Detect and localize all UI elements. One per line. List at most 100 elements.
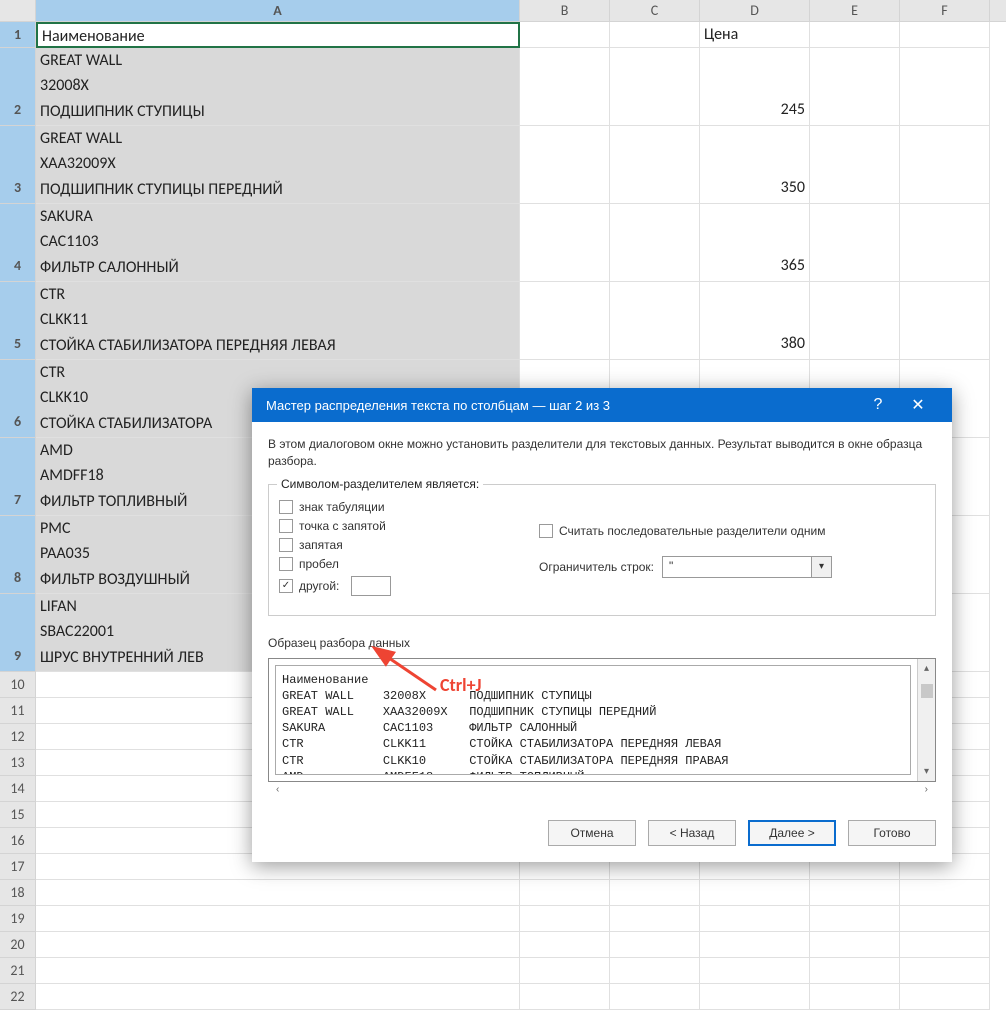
cell[interactable] (36, 880, 520, 906)
cell[interactable] (610, 932, 700, 958)
row-header[interactable]: 19 (0, 906, 36, 932)
other-delimiter-input[interactable] (351, 576, 391, 596)
row-header[interactable]: 22 (0, 984, 36, 1010)
cell[interactable] (36, 984, 520, 1010)
col-header-d[interactable]: D (700, 0, 810, 21)
cell-d1[interactable]: Цена (700, 22, 810, 48)
row-header[interactable]: 20 (0, 932, 36, 958)
row-header[interactable]: 9 (0, 594, 36, 672)
row-header[interactable]: 10 (0, 672, 36, 698)
row-header[interactable]: 12 (0, 724, 36, 750)
row-header[interactable]: 21 (0, 958, 36, 984)
back-button[interactable]: < Назад (648, 820, 736, 846)
row-header[interactable]: 17 (0, 854, 36, 880)
cell[interactable] (610, 48, 700, 126)
row-header[interactable]: 6 (0, 360, 36, 438)
row-header[interactable]: 2 (0, 48, 36, 126)
cell[interactable] (810, 126, 900, 204)
cell[interactable] (610, 204, 700, 282)
cell[interactable] (520, 282, 610, 360)
help-icon[interactable]: ? (858, 396, 898, 414)
cell[interactable] (810, 984, 900, 1010)
finish-button[interactable]: Готово (848, 820, 936, 846)
cell[interactable] (610, 880, 700, 906)
row-header[interactable]: 1 (0, 22, 36, 48)
cell[interactable] (900, 22, 990, 48)
text-qualifier-value[interactable]: " (662, 556, 812, 578)
cell[interactable] (700, 906, 810, 932)
cell[interactable] (810, 22, 900, 48)
cell[interactable] (700, 984, 810, 1010)
cell[interactable] (810, 282, 900, 360)
cell[interactable] (520, 126, 610, 204)
cell[interactable] (36, 906, 520, 932)
cell[interactable] (520, 48, 610, 126)
text-qualifier-dropdown-icon[interactable]: ▾ (812, 556, 832, 578)
cell[interactable] (900, 906, 990, 932)
cell[interactable] (520, 932, 610, 958)
cell[interactable] (610, 126, 700, 204)
cell-a[interactable]: SAKURACAC1103ФИЛЬТР САЛОННЫЙ (36, 204, 520, 282)
cell[interactable] (520, 22, 610, 48)
cell[interactable] (520, 906, 610, 932)
row-header[interactable]: 3 (0, 126, 36, 204)
cell-d[interactable]: 245 (700, 48, 810, 126)
cell[interactable] (700, 958, 810, 984)
col-header-a[interactable]: A (36, 0, 520, 21)
cell[interactable] (900, 984, 990, 1010)
cell[interactable] (610, 958, 700, 984)
cell-d[interactable]: 350 (700, 126, 810, 204)
checkbox-space[interactable] (279, 557, 293, 571)
cell[interactable] (900, 126, 990, 204)
cell[interactable] (36, 932, 520, 958)
preview-hscrollbar[interactable]: ‹› (268, 782, 936, 800)
cell[interactable] (520, 984, 610, 1010)
cell-a[interactable]: GREAT WALL32008XПОДШИПНИК СТУПИЦЫ (36, 48, 520, 126)
checkbox-tab[interactable] (279, 500, 293, 514)
row-header[interactable]: 5 (0, 282, 36, 360)
cell-d[interactable]: 365 (700, 204, 810, 282)
cell[interactable] (810, 880, 900, 906)
cell[interactable] (610, 282, 700, 360)
checkbox-consecutive[interactable] (539, 524, 553, 538)
col-header-f[interactable]: F (900, 0, 990, 21)
cell[interactable] (900, 932, 990, 958)
row-header[interactable]: 11 (0, 698, 36, 724)
cell-d[interactable]: 380 (700, 282, 810, 360)
row-header[interactable]: 13 (0, 750, 36, 776)
cell[interactable] (610, 906, 700, 932)
cell[interactable] (810, 958, 900, 984)
cell[interactable] (810, 48, 900, 126)
cell[interactable] (700, 932, 810, 958)
cell[interactable] (900, 204, 990, 282)
checkbox-other[interactable] (279, 579, 293, 593)
close-icon[interactable]: ✕ (898, 395, 938, 415)
cell[interactable] (520, 958, 610, 984)
next-button[interactable]: Далее > (748, 820, 836, 846)
cell[interactable] (810, 932, 900, 958)
row-header[interactable]: 15 (0, 802, 36, 828)
row-header[interactable]: 7 (0, 438, 36, 516)
cell[interactable] (900, 282, 990, 360)
cell[interactable] (520, 880, 610, 906)
row-header[interactable]: 14 (0, 776, 36, 802)
col-header-e[interactable]: E (810, 0, 900, 21)
scroll-thumb[interactable] (921, 684, 933, 698)
cell[interactable] (900, 48, 990, 126)
cell[interactable] (610, 22, 700, 48)
scroll-left-icon[interactable]: ‹ (276, 784, 279, 798)
checkbox-comma[interactable] (279, 538, 293, 552)
scroll-right-icon[interactable]: › (925, 784, 928, 798)
cell-a[interactable]: CTRCLKK11СТОЙКА СТАБИЛИЗАТОРА ПЕРЕДНЯЯ Л… (36, 282, 520, 360)
scroll-up-icon[interactable]: ▴ (924, 659, 929, 678)
row-header[interactable]: 16 (0, 828, 36, 854)
select-all-corner[interactable] (0, 0, 36, 21)
cell[interactable] (900, 958, 990, 984)
cell[interactable] (810, 204, 900, 282)
cancel-button[interactable]: Отмена (548, 820, 636, 846)
row-header[interactable]: 18 (0, 880, 36, 906)
scroll-down-icon[interactable]: ▾ (924, 762, 929, 781)
checkbox-semicolon[interactable] (279, 519, 293, 533)
row-header[interactable]: 8 (0, 516, 36, 594)
cell[interactable] (900, 880, 990, 906)
